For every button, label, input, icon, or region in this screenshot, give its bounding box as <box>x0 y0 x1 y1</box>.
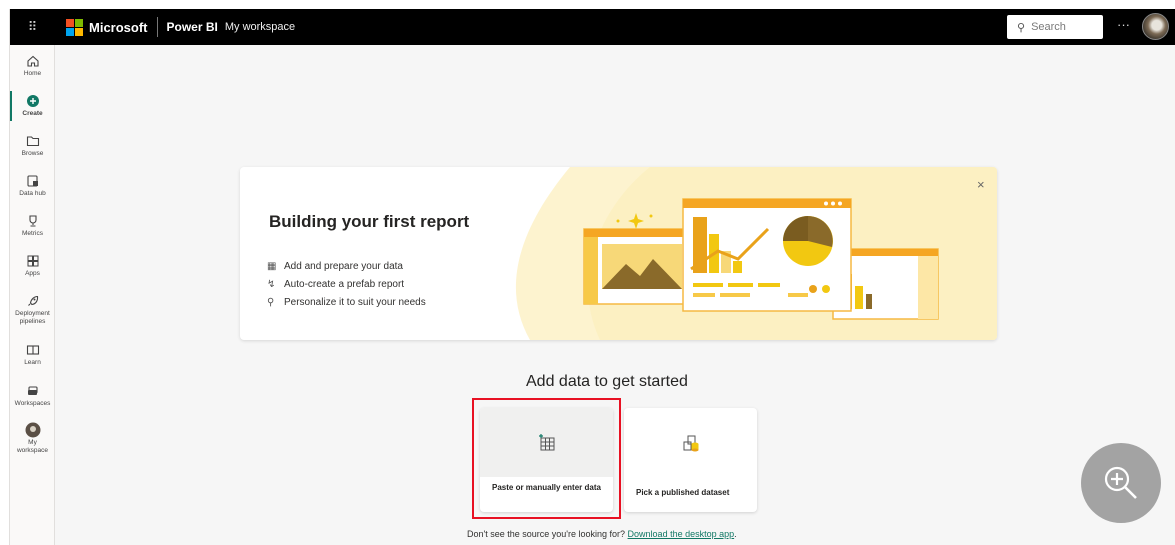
plus-circle-icon <box>26 93 40 109</box>
search-box[interactable]: ⚲ Search <box>1007 15 1103 39</box>
bullet-text: Personalize it to suit your needs <box>284 296 426 308</box>
rocket-icon <box>26 293 40 309</box>
dataset-icon <box>683 435 698 451</box>
more-options-icon[interactable]: ··· <box>1117 17 1130 32</box>
bullet-text: Add and prepare your data <box>284 260 403 272</box>
app-frame: ⠿ Microsoft Power BI My workspace ⚲ Sear… <box>9 9 1175 545</box>
nav-item-workspaces[interactable]: Workspaces <box>10 383 55 408</box>
search-placeholder: Search <box>1031 21 1066 33</box>
trophy-icon: ⚲ <box>267 296 275 308</box>
nav-label: Learn <box>24 359 41 366</box>
bullet-text: Auto-create a prefab report <box>284 278 405 290</box>
nav-label: Home <box>23 70 42 77</box>
left-nav: Home Create Browse Data hub Metrics Apps… <box>10 45 55 545</box>
footer-trailing: . <box>734 529 737 539</box>
zoom-in-button[interactable] <box>1081 443 1161 523</box>
card-bullet-list: ▦ Add and prepare your data ↯ Auto-creat… <box>267 257 426 311</box>
nav-item-home[interactable]: Home <box>10 53 55 78</box>
nav-label: Deployment pipelines <box>15 310 50 325</box>
nav-item-create[interactable]: Create <box>10 91 55 121</box>
onboarding-card: Building your first report ▦ Add and pre… <box>240 167 997 340</box>
nav-label: Browse <box>21 150 44 157</box>
divider <box>156 17 158 37</box>
tile-icon-area <box>624 408 757 477</box>
app-launcher-icon[interactable]: ⠿ <box>10 9 54 45</box>
close-icon[interactable]: × <box>977 177 985 192</box>
bullet-item: ↯ Auto-create a prefab report <box>267 275 426 293</box>
nav-item-deployment-pipelines[interactable]: Deployment pipelines <box>10 293 55 326</box>
highlight-box <box>472 398 621 519</box>
nav-label: Data hub <box>19 190 46 197</box>
nav-item-learn[interactable]: Learn <box>10 342 55 367</box>
nav-item-apps[interactable]: Apps <box>10 253 55 278</box>
report-illustration <box>583 198 939 320</box>
nav-label: My workspace <box>16 439 49 454</box>
footer-help-text: Don't see the source you're looking for?… <box>467 529 737 539</box>
nav-item-data-hub[interactable]: Data hub <box>10 173 55 198</box>
folder-icon <box>26 133 40 149</box>
nav-label: Create <box>22 110 43 117</box>
nav-label: Apps <box>25 270 40 277</box>
nav-item-my-workspace[interactable]: My workspace <box>10 422 55 455</box>
footer-question: Don't see the source you're looking for? <box>467 529 626 539</box>
book-icon <box>26 342 40 358</box>
bullet-item: ⚲ Personalize it to suit your needs <box>267 293 426 311</box>
tile-label: Pick a published dataset <box>636 488 730 497</box>
home-icon <box>26 53 40 69</box>
search-icon: ⚲ <box>1017 21 1026 34</box>
brand-name: Microsoft <box>89 19 148 35</box>
microsoft-logo[interactable]: Microsoft <box>66 18 148 36</box>
nav-label: Metrics <box>22 230 43 237</box>
data-hub-icon <box>26 173 40 189</box>
download-desktop-app-link[interactable]: Download the desktop app <box>628 529 735 539</box>
zoom-in-icon <box>1104 466 1137 499</box>
microsoft-logo-icon <box>66 18 83 36</box>
nav-item-metrics[interactable]: Metrics <box>10 213 55 238</box>
avatar-icon <box>25 422 41 438</box>
table-icon: ▦ <box>267 260 277 272</box>
breadcrumb-workspace[interactable]: My workspace <box>225 21 295 33</box>
card-title: Building your first report <box>269 212 470 231</box>
nav-label: Workspaces <box>14 400 51 407</box>
apps-icon <box>26 253 40 269</box>
workspaces-icon <box>26 383 40 399</box>
lightning-icon: ↯ <box>267 278 276 290</box>
trophy-icon <box>26 213 40 229</box>
nav-item-browse[interactable]: Browse <box>10 133 55 158</box>
published-dataset-tile[interactable]: Pick a published dataset <box>624 408 757 512</box>
top-bar: ⠿ Microsoft Power BI My workspace <box>10 9 1175 45</box>
app-name[interactable]: Power BI <box>167 20 218 34</box>
section-title: Add data to get started <box>526 373 688 390</box>
bullet-item: ▦ Add and prepare your data <box>267 257 426 275</box>
account-avatar[interactable] <box>1142 13 1169 40</box>
